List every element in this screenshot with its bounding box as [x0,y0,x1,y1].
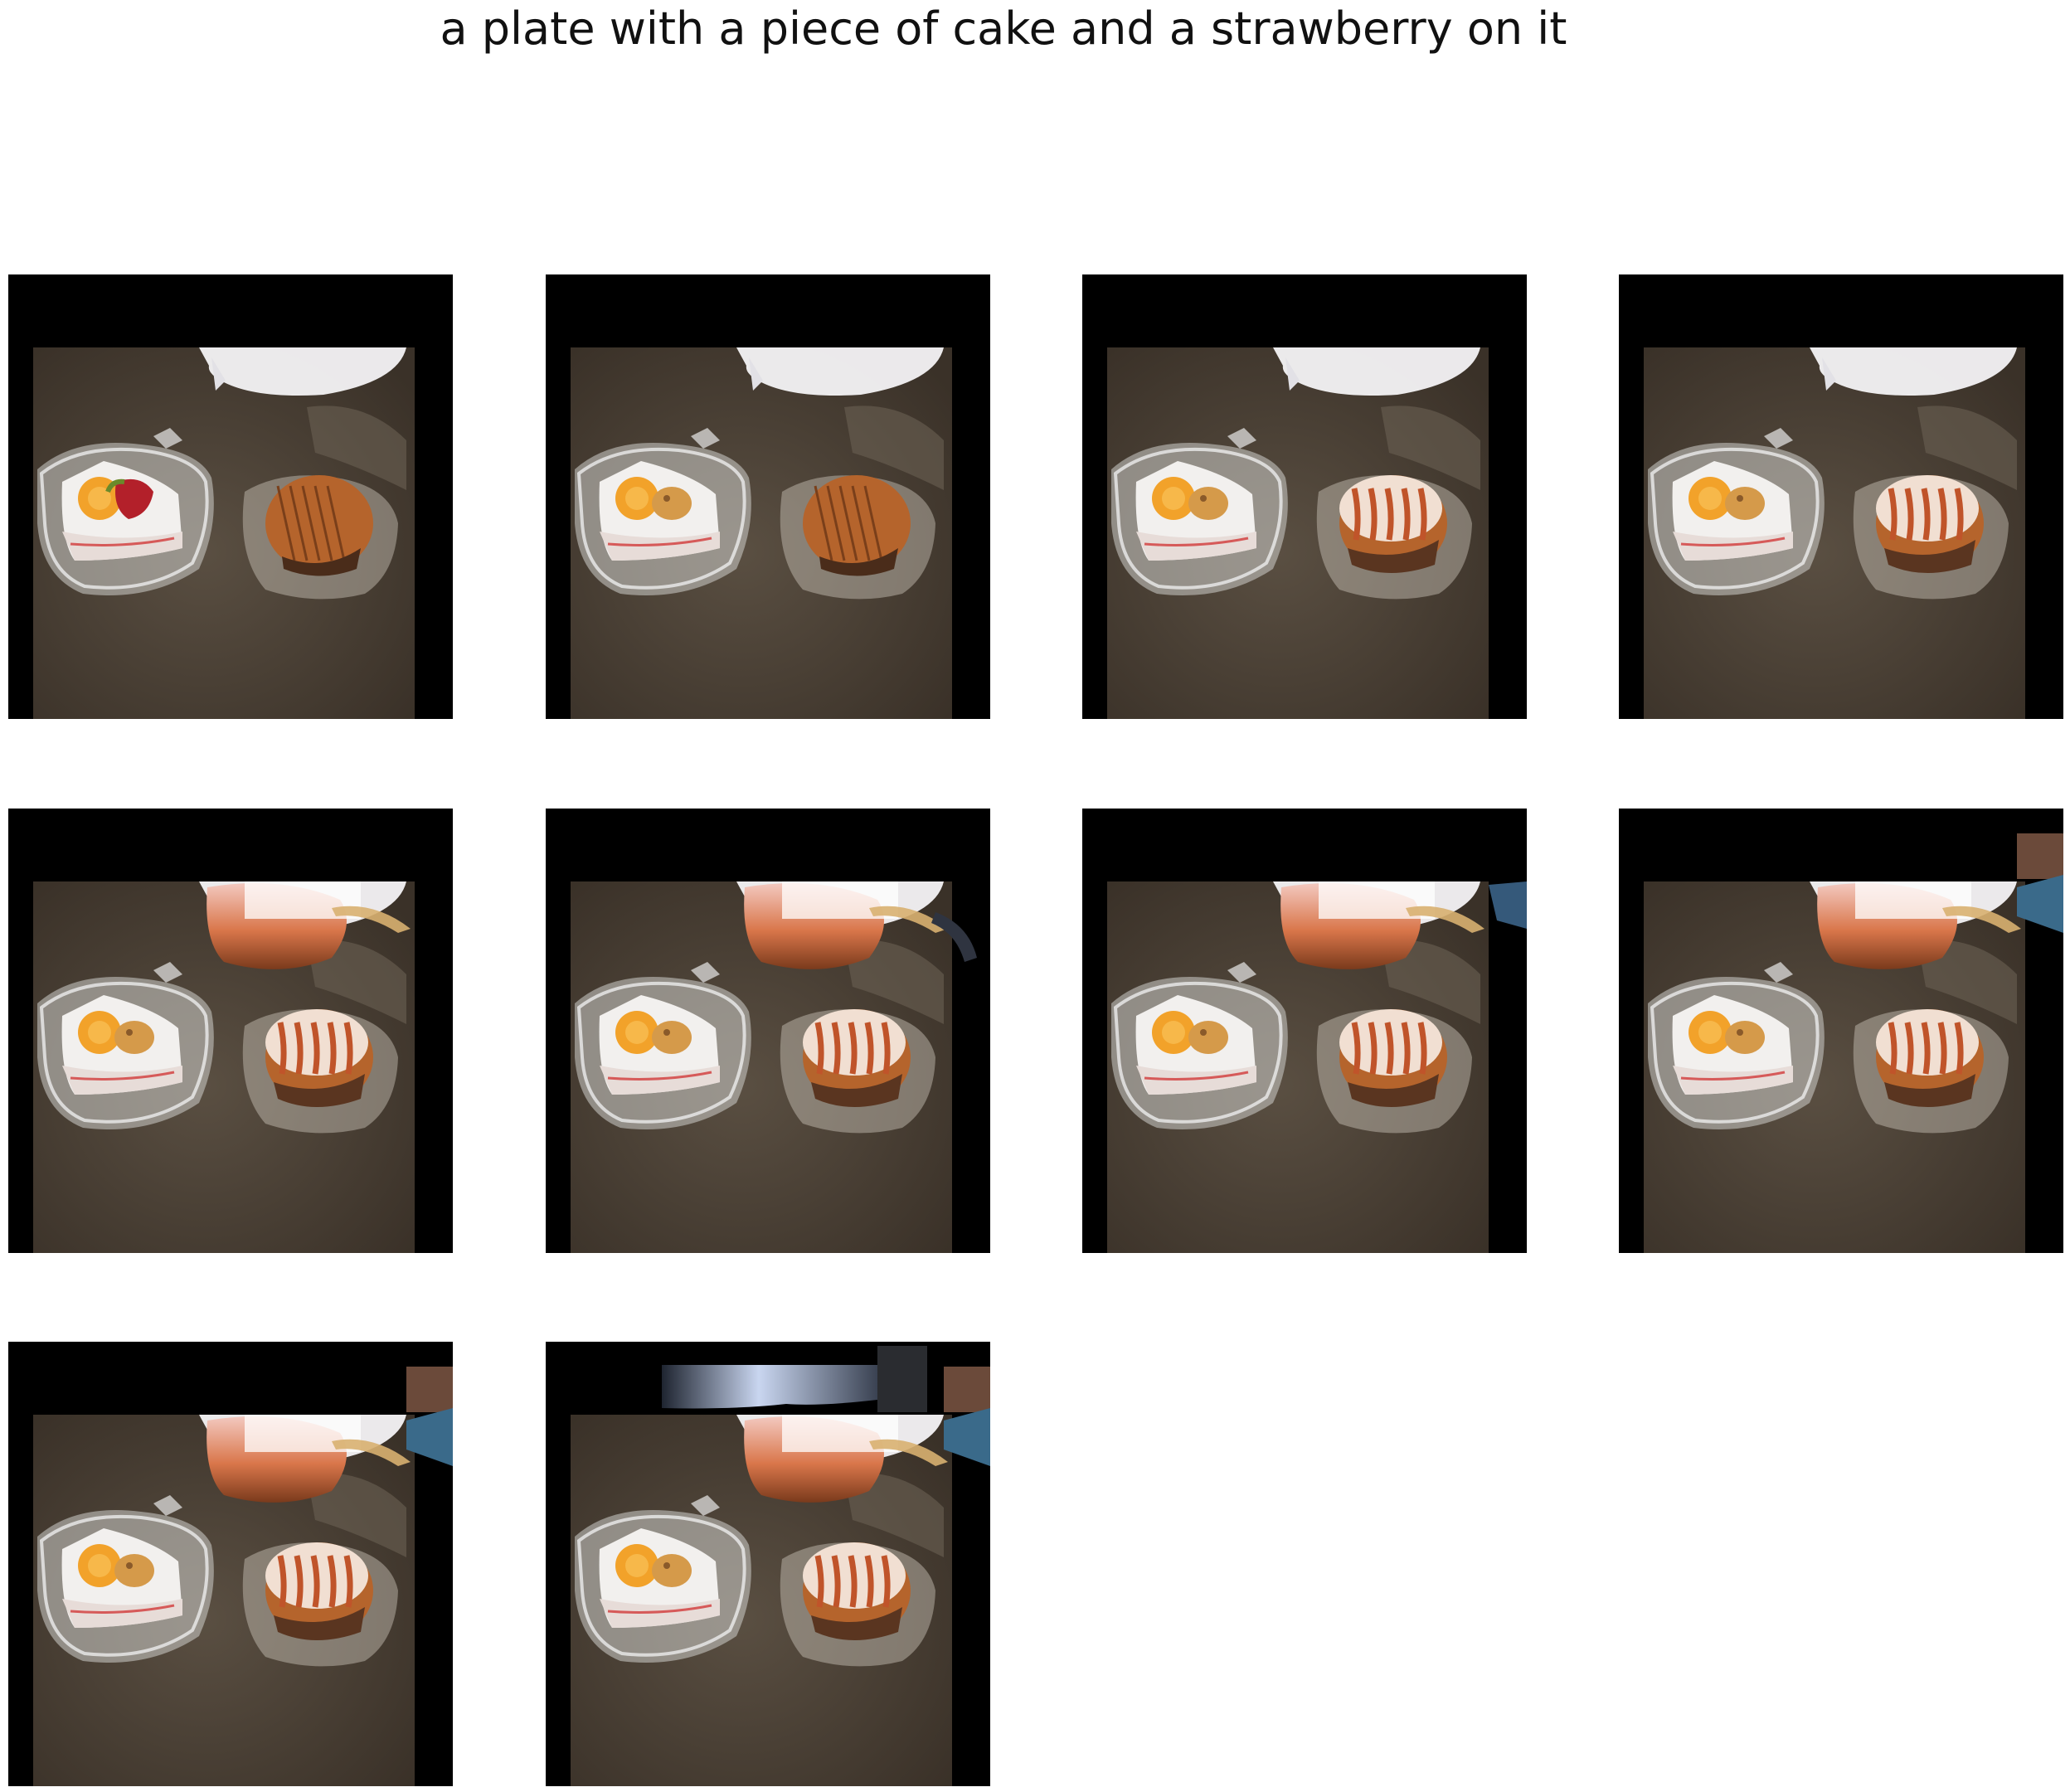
image-tile-2 [546,274,990,719]
image-tile-1 [8,274,453,719]
image-tile-8 [1619,809,2063,1253]
image-tile-6 [546,809,990,1253]
image-tile-9 [8,1342,453,1786]
image-tile-3 [1082,274,1527,719]
image-caption: a plate with a piece of cake and a straw… [440,2,1567,55]
image-tile-7 [1082,809,1527,1253]
image-tile-5 [8,809,453,1253]
image-tile-4 [1619,274,2063,719]
image-tile-10 [546,1342,990,1786]
